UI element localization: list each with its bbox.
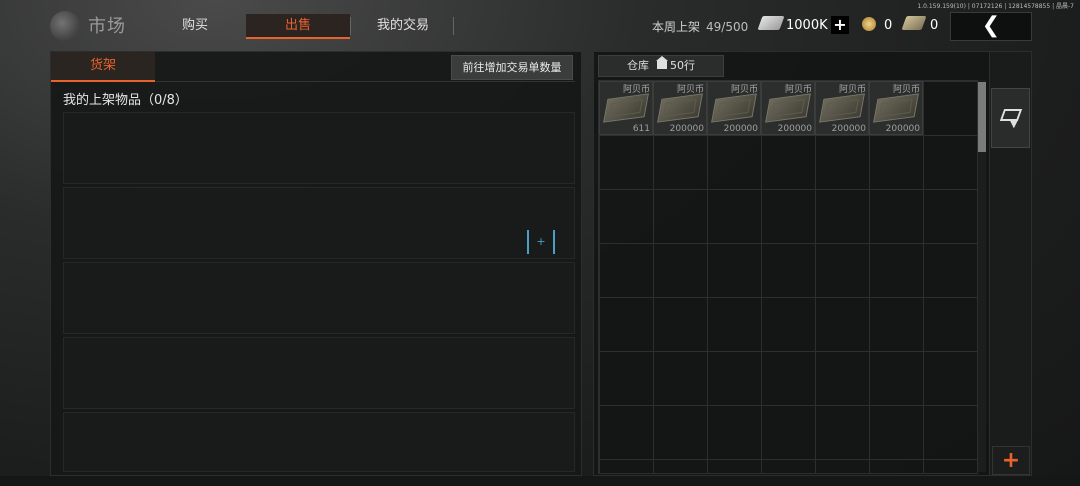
weekly-listing-counter: 本周上架 49/500 <box>652 18 748 35</box>
item-name: 阿贝币 <box>892 85 920 95</box>
item-name: 阿贝币 <box>622 85 650 95</box>
home-icon <box>656 56 668 69</box>
bill-balance: 0 <box>930 18 939 33</box>
add-trade-orders-button[interactable]: 前往增加交易单数量 <box>451 55 573 80</box>
download-arrow-icon: ▼ <box>1010 119 1018 130</box>
inventory-item[interactable]: 阿贝币 200000 <box>761 81 815 135</box>
tab-my-trades[interactable]: 我的交易 <box>353 14 453 37</box>
sort-stack-button[interactable]: ▼ <box>991 88 1030 148</box>
item-quantity: 611 <box>632 124 650 134</box>
tab-sell[interactable]: 出售 <box>246 14 350 39</box>
banknote-icon <box>873 93 919 123</box>
tab-shelf[interactable]: 货架 <box>51 52 155 82</box>
item-name: 阿贝币 <box>784 85 812 95</box>
tab-divider <box>453 17 454 35</box>
tab-buy[interactable]: 购买 <box>160 14 230 37</box>
tab-divider <box>350 17 351 35</box>
warehouse-rows: 50行 <box>670 59 695 72</box>
item-name: 阿贝币 <box>676 85 704 95</box>
inventory-item[interactable]: 阿贝币 200000 <box>707 81 761 135</box>
item-quantity: 200000 <box>777 124 812 134</box>
page-title: 市场 <box>88 16 126 37</box>
add-listing-button[interactable]: + <box>527 230 555 254</box>
listing-slot[interactable] <box>63 412 575 472</box>
coin-icon <box>862 17 876 31</box>
chevron-left-icon: ❮ <box>981 13 1001 38</box>
listing-slot[interactable] <box>63 112 575 184</box>
banknote-icon <box>711 93 757 123</box>
weekly-listing-label: 本周上架 <box>652 20 701 34</box>
top-bar: 市场 购买 出售 我的交易 本周上架 49/500 1000K + 0 0 ❮ <box>0 0 1080 48</box>
cash-balance: 1000K <box>786 18 828 33</box>
back-button[interactable]: ❮ <box>950 12 1032 41</box>
banknote-icon <box>819 93 865 123</box>
scrollbar-thumb[interactable] <box>978 82 986 152</box>
inventory-item[interactable]: 阿贝币 200000 <box>869 81 923 135</box>
bottom-band <box>0 476 1080 486</box>
warehouse-tab[interactable]: 仓库 50行 <box>598 55 724 77</box>
item-quantity: 200000 <box>885 124 920 134</box>
listing-slot[interactable] <box>63 262 575 334</box>
warehouse-panel: 仓库 50行 阿贝币 611 阿贝币 200000 阿贝币 200000 阿贝币 … <box>593 51 1032 476</box>
inventory-item[interactable]: 阿贝币 200000 <box>815 81 869 135</box>
item-quantity: 200000 <box>723 124 758 134</box>
listing-slot[interactable] <box>63 187 575 259</box>
banknote-icon <box>765 93 811 123</box>
banknote-icon <box>603 93 649 123</box>
item-quantity: 200000 <box>669 124 704 134</box>
cash-icon <box>757 16 785 30</box>
listing-slot[interactable] <box>63 337 575 409</box>
inventory-item[interactable]: 阿贝币 200000 <box>653 81 707 135</box>
banknote-icon <box>657 93 703 123</box>
divider <box>155 81 575 82</box>
item-name: 阿贝币 <box>838 85 866 95</box>
item-name: 阿贝币 <box>730 85 758 95</box>
market-logo-icon <box>50 11 80 41</box>
warehouse-grid[interactable] <box>598 80 978 474</box>
add-row-button[interactable]: + <box>992 446 1030 475</box>
bill-icon <box>901 16 927 30</box>
inventory-item[interactable]: 阿贝币 611 <box>599 81 653 135</box>
weekly-listing-count: 49/500 <box>706 20 749 34</box>
shelf-panel: 货架 前往增加交易单数量 我的上架物品（0/8） + <box>50 51 582 476</box>
warehouse-label: 仓库 <box>627 59 649 72</box>
coin-balance: 0 <box>884 18 893 33</box>
item-quantity: 200000 <box>831 124 866 134</box>
my-listings-heading: 我的上架物品（0/8） <box>63 93 188 108</box>
add-currency-button[interactable]: + <box>831 16 849 34</box>
